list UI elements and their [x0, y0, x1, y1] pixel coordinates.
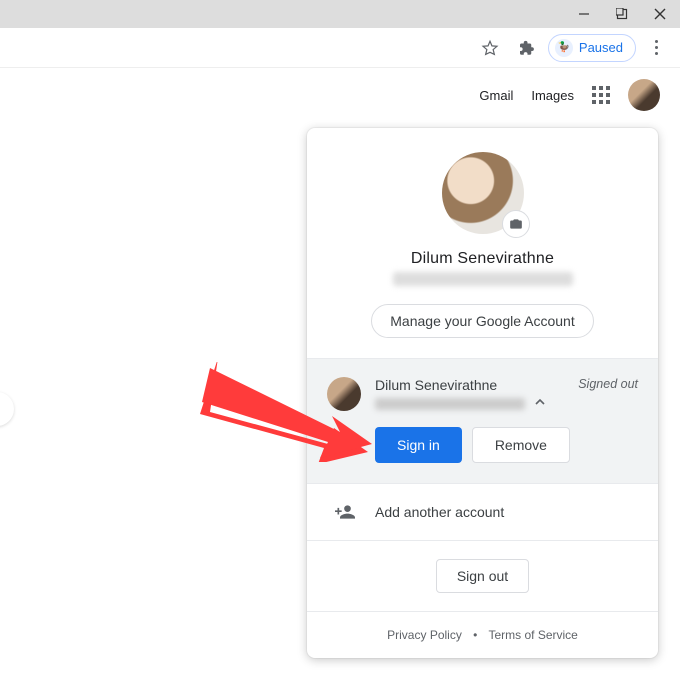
- images-link[interactable]: Images: [531, 88, 574, 103]
- sign-out-row: Sign out: [307, 540, 658, 611]
- browser-toolbar: 🦆 Paused: [0, 28, 680, 68]
- secondary-avatar: [327, 377, 361, 411]
- account-menu-card: Dilum Senevirathne Manage your Google Ac…: [307, 128, 658, 658]
- account-primary-section: Dilum Senevirathne Manage your Google Ac…: [307, 128, 658, 358]
- add-account-label: Add another account: [375, 504, 504, 520]
- profile-avatar[interactable]: [628, 79, 660, 111]
- signed-out-status: Signed out: [578, 377, 638, 391]
- privacy-link[interactable]: Privacy Policy: [387, 628, 462, 642]
- secondary-account-section: Dilum Senevirathne Signed out Sign in Re…: [307, 358, 658, 483]
- close-icon[interactable]: [654, 8, 666, 20]
- remove-button[interactable]: Remove: [472, 427, 570, 463]
- add-account-row[interactable]: Add another account: [307, 483, 658, 540]
- google-top-nav: Gmail Images: [0, 68, 680, 122]
- person-add-icon: [335, 502, 355, 522]
- footer-separator: •: [473, 628, 477, 642]
- paused-avatar-icon: 🦆: [555, 39, 573, 57]
- kebab-menu-icon[interactable]: [644, 40, 668, 55]
- apps-grid-icon[interactable]: [592, 86, 610, 104]
- bookmark-star-icon[interactable]: [476, 34, 504, 62]
- window-titlebar: [0, 0, 680, 28]
- card-footer: Privacy Policy • Terms of Service: [307, 611, 658, 658]
- primary-avatar[interactable]: [442, 152, 524, 234]
- chevron-up-icon[interactable]: [535, 394, 545, 410]
- profile-paused-chip[interactable]: 🦆 Paused: [548, 34, 636, 62]
- left-partial-bubble: [0, 392, 14, 426]
- extensions-icon[interactable]: [512, 34, 540, 62]
- paused-label: Paused: [579, 40, 623, 55]
- primary-account-name: Dilum Senevirathne: [327, 250, 638, 268]
- sign-out-button[interactable]: Sign out: [436, 559, 529, 593]
- manage-account-button[interactable]: Manage your Google Account: [371, 304, 593, 338]
- maximize-icon[interactable]: [616, 8, 628, 20]
- minimize-icon[interactable]: [578, 8, 590, 20]
- primary-email-blurred: [393, 272, 573, 286]
- camera-icon[interactable]: [502, 210, 530, 238]
- sign-in-button[interactable]: Sign in: [375, 427, 462, 463]
- terms-link[interactable]: Terms of Service: [489, 628, 578, 642]
- gmail-link[interactable]: Gmail: [479, 88, 513, 103]
- secondary-account-name: Dilum Senevirathne: [375, 377, 564, 393]
- secondary-email-blurred: [375, 398, 525, 410]
